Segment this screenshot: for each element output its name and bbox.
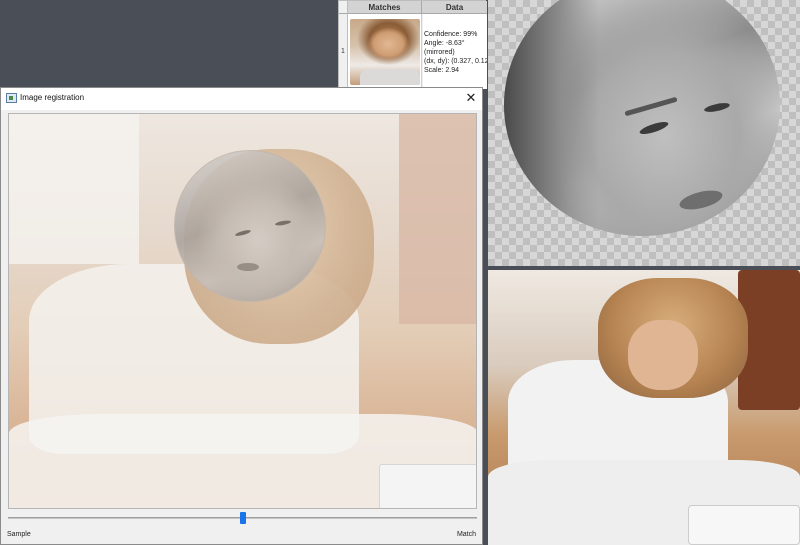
column-header-matches[interactable]: Matches [348, 1, 422, 14]
gray-eye-right [703, 101, 731, 114]
overlay-window-bg [9, 114, 139, 264]
registration-overlay-view[interactable] [8, 113, 477, 509]
gray-lips [677, 186, 725, 214]
table-corner-header [339, 1, 348, 14]
sample-photo [488, 270, 800, 545]
overlay-book [379, 464, 476, 508]
overlay-eye-left [234, 228, 252, 238]
photo-book [688, 505, 800, 545]
gray-brow [624, 96, 678, 117]
image-registration-window: Image registration ✕ Sample Match [0, 87, 483, 545]
sample-label: Sample [7, 531, 31, 538]
gray-hair-shade [504, 0, 599, 236]
window-title: Image registration [20, 93, 85, 102]
overlay-eye-right [274, 219, 292, 227]
app-icon [6, 93, 17, 103]
window-titlebar[interactable]: Image registration ✕ [1, 88, 482, 110]
mirrored-text: (mirrored) [424, 49, 455, 56]
overlay-shelf [399, 114, 476, 324]
grayscale-match-circle [504, 0, 780, 236]
match-label: Match [456, 531, 476, 538]
match-thumbnail-image [350, 19, 420, 85]
overlay-lips [237, 263, 259, 271]
angle-text: Angle: -8.63° [424, 40, 465, 47]
scale-text: Scale: 2.94 [424, 67, 460, 74]
offset-text: (dx, dy): (0.327, 0.127) [424, 58, 487, 65]
column-header-data[interactable]: Data [422, 1, 487, 14]
photo-face [628, 320, 698, 390]
blend-slider[interactable] [8, 512, 477, 524]
gray-eye-left [638, 119, 670, 137]
match-data-cell[interactable]: Confidence: 99% Angle: -8.63° (mirrored)… [423, 14, 487, 89]
slider-thumb[interactable] [239, 512, 246, 524]
match-preview-transparent [488, 0, 800, 266]
overlay-match-circle [174, 150, 326, 302]
close-icon[interactable]: ✕ [463, 90, 479, 106]
row-number[interactable]: 1 [339, 14, 348, 89]
matches-panel: Matches Data 1 Confidence: 99% Angle: -8… [338, 0, 487, 89]
confidence-text: Confidence: 99% [424, 31, 478, 38]
match-thumbnail-cell[interactable] [348, 14, 422, 89]
